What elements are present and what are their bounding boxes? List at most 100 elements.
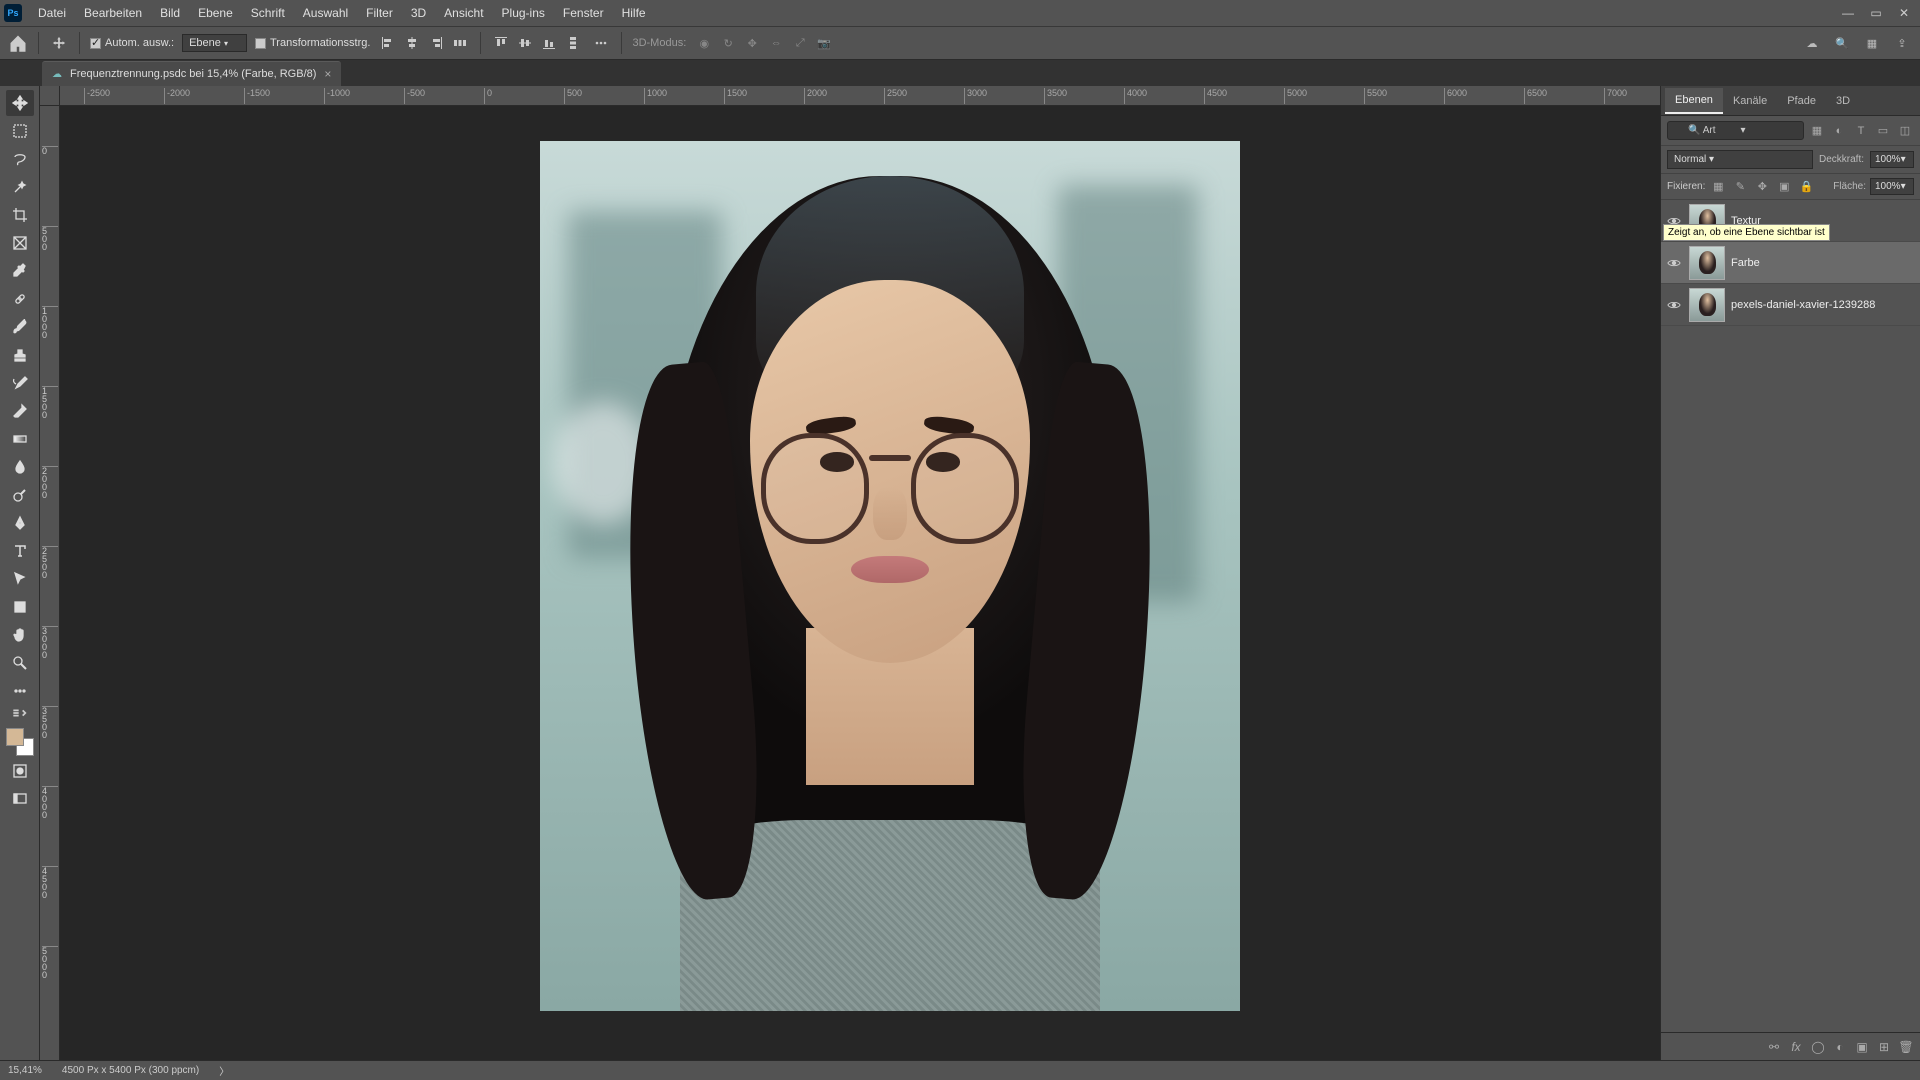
layer-row[interactable]: Farbe	[1661, 242, 1920, 284]
type-tool[interactable]	[6, 538, 34, 564]
link-layers-icon[interactable]: ⚯	[1766, 1039, 1782, 1055]
more-options-icon[interactable]	[591, 33, 611, 53]
lock-pixels-icon[interactable]: ✎	[1731, 178, 1749, 196]
cloud-docs-icon[interactable]: ☁	[1802, 33, 1822, 53]
align-middle-icon[interactable]	[515, 33, 535, 53]
layer-mask-icon[interactable]: ◯	[1810, 1039, 1826, 1055]
menu-filter[interactable]: Filter	[358, 2, 401, 24]
eraser-tool[interactable]	[6, 398, 34, 424]
filter-shape-icon[interactable]: ▭	[1874, 122, 1892, 140]
panel-tab-3d[interactable]: 3D	[1826, 89, 1860, 113]
dodge-tool[interactable]	[6, 482, 34, 508]
panel-tab-kanäle[interactable]: Kanäle	[1723, 89, 1777, 113]
layer-name[interactable]: Farbe	[1731, 257, 1760, 269]
share-icon[interactable]: ⇪	[1892, 33, 1912, 53]
document-canvas[interactable]	[540, 141, 1240, 1011]
maximize-button[interactable]: ▭	[1864, 3, 1888, 23]
opacity-input[interactable]: 100%▾	[1870, 151, 1914, 168]
lock-artboard-icon[interactable]: ▣	[1775, 178, 1793, 196]
auto-select-checkbox[interactable]: Autom. ausw.:	[90, 37, 174, 49]
menu-fenster[interactable]: Fenster	[555, 2, 612, 24]
more-tools-icon[interactable]	[6, 678, 34, 704]
screenmode-tool[interactable]	[6, 786, 34, 812]
quickmask-tool[interactable]	[6, 758, 34, 784]
menu-bild[interactable]: Bild	[152, 2, 188, 24]
lock-position-icon[interactable]: ✥	[1753, 178, 1771, 196]
layer-row[interactable]: TexturZeigt an, ob eine Ebene sichtbar i…	[1661, 200, 1920, 242]
lock-transparency-icon[interactable]: ▦	[1709, 178, 1727, 196]
blur-tool[interactable]	[6, 454, 34, 480]
menu-datei[interactable]: Datei	[30, 2, 74, 24]
visibility-toggle[interactable]	[1665, 258, 1683, 268]
ruler-vertical[interactable]: 0500100015002000250030003500400045005000	[40, 106, 60, 1060]
menu-auswahl[interactable]: Auswahl	[295, 2, 356, 24]
filter-adjust-icon[interactable]: ◐	[1830, 122, 1848, 140]
brush-tool[interactable]	[6, 314, 34, 340]
layer-group-icon[interactable]: ▣	[1854, 1039, 1870, 1055]
align-right-icon[interactable]	[426, 33, 446, 53]
history-brush-tool[interactable]	[6, 370, 34, 396]
layer-name[interactable]: pexels-daniel-xavier-1239288	[1731, 299, 1875, 311]
edit-toolbar-icon[interactable]	[6, 706, 34, 720]
layer-fx-icon[interactable]: fx	[1788, 1039, 1804, 1055]
menu-schrift[interactable]: Schrift	[243, 2, 293, 24]
distribute-h-icon[interactable]	[450, 33, 470, 53]
minimize-button[interactable]: —	[1836, 3, 1860, 23]
menu-ebene[interactable]: Ebene	[190, 2, 241, 24]
wand-tool[interactable]	[6, 174, 34, 200]
hand-tool[interactable]	[6, 622, 34, 648]
align-bottom-icon[interactable]	[539, 33, 559, 53]
filter-smart-icon[interactable]: ◫	[1896, 122, 1914, 140]
filter-pixel-icon[interactable]: ▦	[1808, 122, 1826, 140]
new-layer-icon[interactable]: ⊞	[1876, 1039, 1892, 1055]
close-tab-icon[interactable]: ×	[324, 67, 331, 81]
blend-mode-dropdown[interactable]: Normal ▾	[1667, 150, 1813, 169]
fill-input[interactable]: 100%▾	[1870, 178, 1914, 195]
visibility-toggle[interactable]	[1665, 300, 1683, 310]
transform-controls-checkbox[interactable]: Transformationsstrg.	[255, 37, 370, 49]
layer-row[interactable]: pexels-daniel-xavier-1239288	[1661, 284, 1920, 326]
layer-thumbnail[interactable]	[1689, 288, 1725, 322]
shape-tool[interactable]	[6, 594, 34, 620]
arrange-docs-icon[interactable]: ▦	[1862, 33, 1882, 53]
align-left-icon[interactable]	[378, 33, 398, 53]
align-top-icon[interactable]	[491, 33, 511, 53]
document-info[interactable]: 4500 Px x 5400 Px (300 ppcm)	[62, 1065, 199, 1076]
panel-tab-ebenen[interactable]: Ebenen	[1665, 88, 1723, 114]
eyedropper-tool[interactable]	[6, 258, 34, 284]
align-center-h-icon[interactable]	[402, 33, 422, 53]
menu-hilfe[interactable]: Hilfe	[614, 2, 654, 24]
zoom-tool[interactable]	[6, 650, 34, 676]
menu-bearbeiten[interactable]: Bearbeiten	[76, 2, 150, 24]
filter-type-icon[interactable]: T	[1852, 122, 1870, 140]
ruler-horizontal[interactable]: -2500-2000-1500-1000-5000500100015002000…	[60, 86, 1660, 106]
canvas-area[interactable]: -2500-2000-1500-1000-5000500100015002000…	[40, 86, 1660, 1060]
search-icon[interactable]: 🔍	[1832, 33, 1852, 53]
move-tool[interactable]	[6, 90, 34, 116]
delete-layer-icon[interactable]: 🗑	[1898, 1039, 1914, 1055]
lock-all-icon[interactable]: 🔒	[1797, 178, 1815, 196]
home-icon[interactable]	[8, 34, 28, 52]
color-swatches[interactable]	[6, 728, 34, 756]
distribute-v-icon[interactable]	[563, 33, 583, 53]
menu-plug-ins[interactable]: Plug-ins	[494, 2, 553, 24]
stamp-tool[interactable]	[6, 342, 34, 368]
auto-select-dropdown[interactable]: Ebene ▾	[182, 34, 247, 52]
ruler-origin[interactable]	[40, 86, 60, 106]
healing-tool[interactable]	[6, 286, 34, 312]
lasso-tool[interactable]	[6, 146, 34, 172]
fg-color[interactable]	[6, 728, 24, 746]
path-select-tool[interactable]	[6, 566, 34, 592]
gradient-tool[interactable]	[6, 426, 34, 452]
marquee-tool[interactable]	[6, 118, 34, 144]
document-tab[interactable]: ☁ Frequenztrennung.psdc bei 15,4% (Farbe…	[42, 61, 341, 86]
close-button[interactable]: ✕	[1892, 3, 1916, 23]
layer-search[interactable]: 🔍 Art ▾	[1667, 121, 1804, 140]
menu-ansicht[interactable]: Ansicht	[436, 2, 491, 24]
panel-tab-pfade[interactable]: Pfade	[1777, 89, 1826, 113]
pen-tool[interactable]	[6, 510, 34, 536]
menu-3d[interactable]: 3D	[403, 2, 434, 24]
zoom-level[interactable]: 15,41%	[8, 1065, 42, 1076]
crop-tool[interactable]	[6, 202, 34, 228]
move-tool-icon[interactable]	[49, 33, 69, 53]
